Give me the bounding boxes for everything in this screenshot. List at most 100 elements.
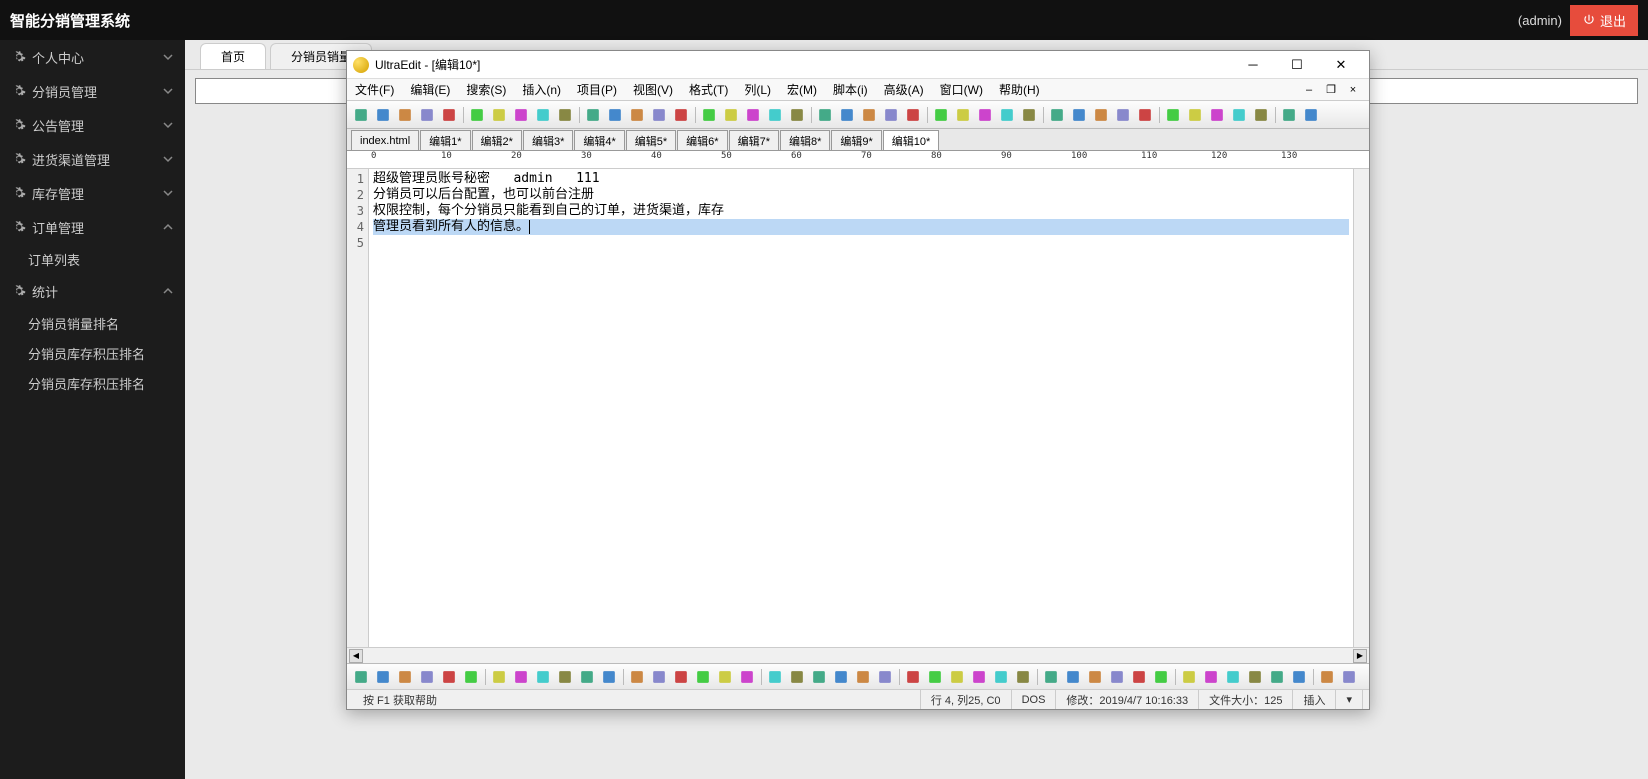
ue-menu-item[interactable]: 宏(M) xyxy=(785,79,819,100)
ue-menu-item[interactable]: 脚本(i) xyxy=(831,79,870,100)
ue-menu-item[interactable]: 格式(T) xyxy=(687,79,730,100)
toolbar-button-icon[interactable] xyxy=(461,667,481,687)
logout-button[interactable]: 退出 xyxy=(1570,5,1638,36)
toolbar-button-icon[interactable] xyxy=(605,105,625,125)
toolbar-button-icon[interactable] xyxy=(583,105,603,125)
toolbar-button-icon[interactable] xyxy=(1279,105,1299,125)
ue-doc-tab[interactable]: 编辑9* xyxy=(831,130,881,150)
mdi-restore-icon[interactable]: ❐ xyxy=(1321,80,1341,100)
toolbar-button-icon[interactable] xyxy=(511,667,531,687)
toolbar-button-icon[interactable] xyxy=(373,667,393,687)
toolbar-button-icon[interactable] xyxy=(1179,667,1199,687)
toolbar-button-icon[interactable] xyxy=(439,667,459,687)
toolbar-button-icon[interactable] xyxy=(903,105,923,125)
toolbar-button-icon[interactable] xyxy=(417,667,437,687)
toolbar-button-icon[interactable] xyxy=(351,105,371,125)
ue-menu-item[interactable]: 帮助(H) xyxy=(997,79,1042,100)
ue-menu-item[interactable]: 视图(V) xyxy=(631,79,675,100)
toolbar-button-icon[interactable] xyxy=(1185,105,1205,125)
toolbar-button-icon[interactable] xyxy=(925,667,945,687)
toolbar-button-icon[interactable] xyxy=(439,105,459,125)
ue-menu-item[interactable]: 插入(n) xyxy=(520,79,563,100)
toolbar-button-icon[interactable] xyxy=(489,105,509,125)
toolbar-button-icon[interactable] xyxy=(1069,105,1089,125)
toolbar-button-icon[interactable] xyxy=(1289,667,1309,687)
nav-group-统计[interactable]: 统计 xyxy=(0,274,185,308)
toolbar-button-icon[interactable] xyxy=(649,105,669,125)
maximize-button[interactable]: ☐ xyxy=(1275,51,1319,79)
ue-doc-tab[interactable]: 编辑7* xyxy=(729,130,779,150)
nav-sub-分销员库存积压排名[interactable]: 分销员库存积压排名 xyxy=(0,368,185,398)
toolbar-button-icon[interactable] xyxy=(649,667,669,687)
ue-vertical-scrollbar[interactable] xyxy=(1353,169,1369,647)
nav-group-公告管理[interactable]: 公告管理 xyxy=(0,108,185,142)
toolbar-button-icon[interactable] xyxy=(555,105,575,125)
toolbar-button-icon[interactable] xyxy=(903,667,923,687)
ue-menu-item[interactable]: 高级(A) xyxy=(882,79,926,100)
ue-text-area[interactable]: 超级管理员账号秘密 admin 111分销员可以后台配置，也可以前台注册权限控制… xyxy=(369,169,1353,647)
toolbar-button-icon[interactable] xyxy=(837,105,857,125)
ue-horizontal-scrollbar[interactable]: ◀ ▶ xyxy=(347,647,1369,663)
toolbar-button-icon[interactable] xyxy=(1129,667,1149,687)
nav-sub-分销员库存积压排名[interactable]: 分销员库存积压排名 xyxy=(0,338,185,368)
toolbar-button-icon[interactable] xyxy=(1229,105,1249,125)
toolbar-button-icon[interactable] xyxy=(787,667,807,687)
code-line[interactable]: 管理员看到所有人的信息。 xyxy=(373,219,1349,235)
close-button[interactable]: ✕ xyxy=(1319,51,1363,79)
toolbar-button-icon[interactable] xyxy=(533,667,553,687)
toolbar-button-icon[interactable] xyxy=(1163,105,1183,125)
ue-doc-tab[interactable]: 编辑8* xyxy=(780,130,830,150)
toolbar-button-icon[interactable] xyxy=(721,105,741,125)
web-tab[interactable]: 首页 xyxy=(200,43,266,69)
toolbar-button-icon[interactable] xyxy=(533,105,553,125)
toolbar-button-icon[interactable] xyxy=(765,667,785,687)
toolbar-button-icon[interactable] xyxy=(931,105,951,125)
toolbar-button-icon[interactable] xyxy=(1085,667,1105,687)
toolbar-button-icon[interactable] xyxy=(395,105,415,125)
toolbar-button-icon[interactable] xyxy=(991,667,1011,687)
toolbar-button-icon[interactable] xyxy=(1047,105,1067,125)
toolbar-button-icon[interactable] xyxy=(577,667,597,687)
toolbar-button-icon[interactable] xyxy=(693,667,713,687)
nav-group-库存管理[interactable]: 库存管理 xyxy=(0,176,185,210)
code-line[interactable]: 分销员可以后台配置，也可以前台注册 xyxy=(373,187,1349,203)
ue-doc-tab[interactable]: 编辑4* xyxy=(574,130,624,150)
ue-doc-tab[interactable]: 编辑1* xyxy=(420,130,470,150)
toolbar-button-icon[interactable] xyxy=(373,105,393,125)
mdi-minimize-icon[interactable]: – xyxy=(1299,80,1319,100)
ue-doc-tab[interactable]: 编辑2* xyxy=(472,130,522,150)
toolbar-button-icon[interactable] xyxy=(1245,667,1265,687)
toolbar-button-icon[interactable] xyxy=(1267,667,1287,687)
minimize-button[interactable]: ─ xyxy=(1231,51,1275,79)
toolbar-button-icon[interactable] xyxy=(953,105,973,125)
toolbar-button-icon[interactable] xyxy=(859,105,879,125)
scroll-left-icon[interactable]: ◀ xyxy=(349,649,363,663)
code-line[interactable]: 权限控制，每个分销员只能看到自己的订单，进货渠道，库存 xyxy=(373,203,1349,219)
toolbar-button-icon[interactable] xyxy=(737,667,757,687)
ue-doc-tab[interactable]: 编辑3* xyxy=(523,130,573,150)
nav-group-分销员管理[interactable]: 分销员管理 xyxy=(0,74,185,108)
toolbar-button-icon[interactable] xyxy=(815,105,835,125)
toolbar-button-icon[interactable] xyxy=(1013,667,1033,687)
toolbar-button-icon[interactable] xyxy=(997,105,1017,125)
toolbar-button-icon[interactable] xyxy=(627,667,647,687)
toolbar-button-icon[interactable] xyxy=(1339,667,1359,687)
ue-titlebar[interactable]: UltraEdit - [编辑10*] ─ ☐ ✕ xyxy=(347,51,1369,79)
toolbar-button-icon[interactable] xyxy=(671,105,691,125)
toolbar-button-icon[interactable] xyxy=(947,667,967,687)
code-line[interactable] xyxy=(373,235,1349,251)
ue-doc-tab[interactable]: index.html xyxy=(351,130,419,150)
nav-sub-分销员销量排名[interactable]: 分销员销量排名 xyxy=(0,308,185,338)
ue-menu-item[interactable]: 列(L) xyxy=(742,79,773,100)
toolbar-button-icon[interactable] xyxy=(875,667,895,687)
toolbar-button-icon[interactable] xyxy=(1135,105,1155,125)
nav-sub-订单列表[interactable]: 订单列表 xyxy=(0,244,185,274)
toolbar-button-icon[interactable] xyxy=(489,667,509,687)
toolbar-button-icon[interactable] xyxy=(787,105,807,125)
scroll-right-icon[interactable]: ▶ xyxy=(1353,649,1367,663)
nav-group-个人中心[interactable]: 个人中心 xyxy=(0,40,185,74)
toolbar-button-icon[interactable] xyxy=(1251,105,1271,125)
toolbar-button-icon[interactable] xyxy=(1301,105,1321,125)
toolbar-button-icon[interactable] xyxy=(627,105,647,125)
toolbar-button-icon[interactable] xyxy=(1063,667,1083,687)
